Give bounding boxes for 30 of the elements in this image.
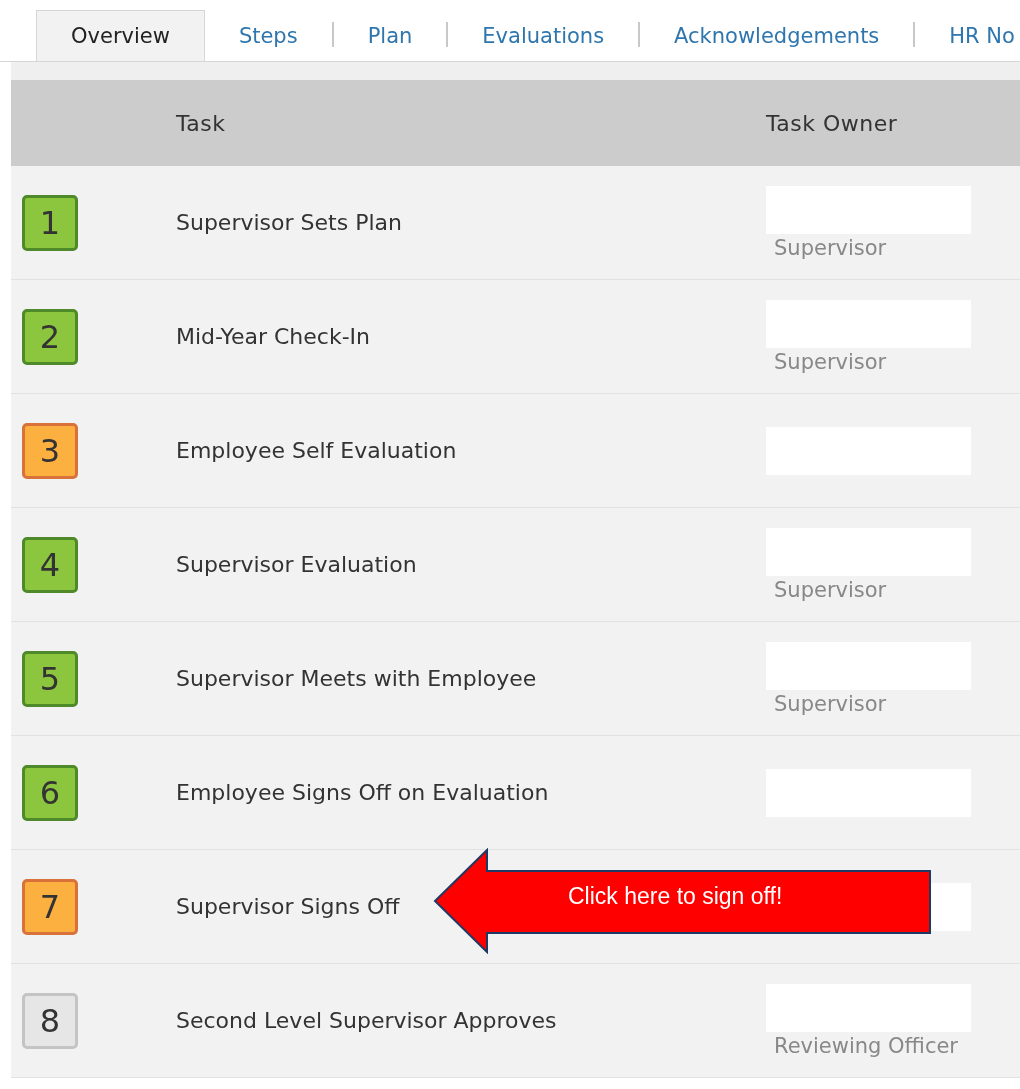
owner-role: Supervisor (774, 691, 887, 716)
owner-role: Supervisor (774, 349, 887, 374)
tab[interactable]: Evaluations (448, 10, 639, 61)
task-name: Mid-Year Check-In (176, 324, 370, 349)
step-badge: 5 (22, 650, 78, 707)
step-badge: 6 (22, 764, 78, 821)
task-name: Supervisor Signs Off (176, 894, 400, 919)
owner-role: Reviewing Officer (774, 1033, 958, 1058)
task-name: Supervisor Meets with Employee (176, 666, 537, 691)
task-name: Employee Signs Off on Evaluation (176, 780, 549, 805)
column-header: Task (176, 110, 227, 136)
step-badge: 8 (22, 992, 78, 1049)
step-badge: 2 (22, 308, 78, 365)
tab[interactable]: Acknowledgements (640, 10, 914, 61)
tab[interactable]: Overview (36, 10, 205, 61)
owner-role: Supervisor (774, 577, 887, 602)
callout-text: Click here to sign off! (568, 883, 783, 910)
task-name: Second Level Supervisor Approves (176, 1008, 557, 1033)
tab[interactable]: Plan (333, 10, 447, 61)
owner-role: Supervisor (774, 235, 887, 260)
step-badge: 7 (22, 878, 78, 935)
task-name: Employee Self Evaluation (176, 438, 457, 463)
tab[interactable]: Steps (204, 10, 332, 61)
task-name: Supervisor Evaluation (176, 552, 417, 577)
step-badge: 1 (22, 194, 78, 251)
step-badge: 4 (22, 536, 78, 593)
column-header: Task Owner (766, 110, 899, 136)
step-badge: 3 (22, 422, 78, 479)
tab[interactable]: HR No (915, 10, 1020, 61)
task-name: Supervisor Sets Plan (176, 210, 402, 235)
